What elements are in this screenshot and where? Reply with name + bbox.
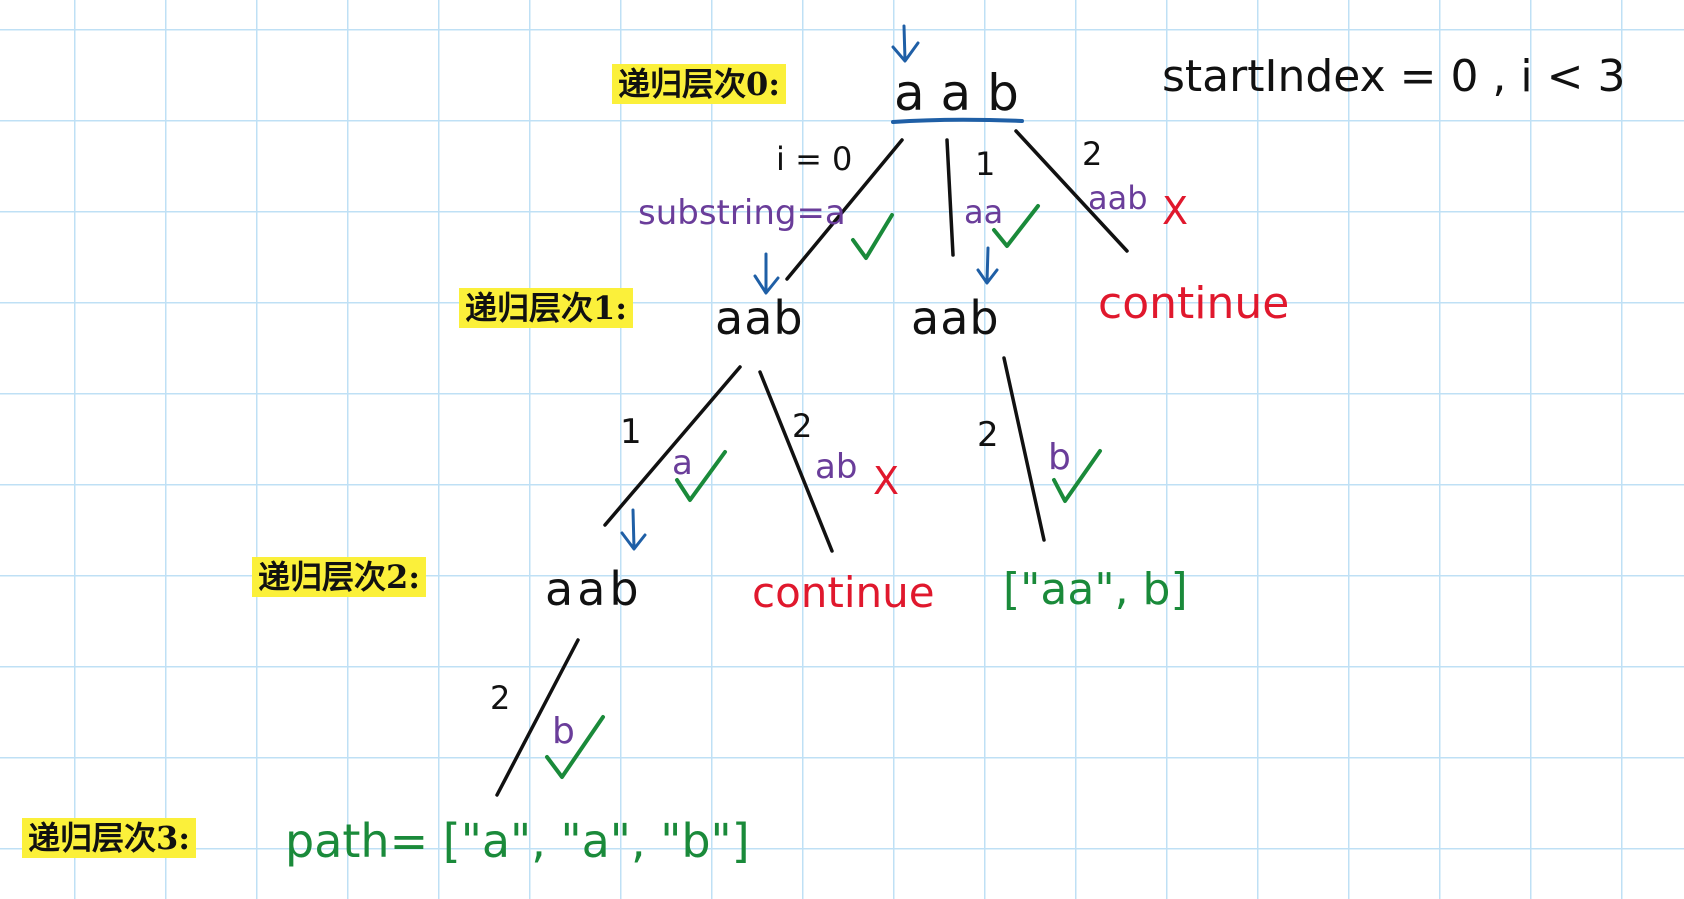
edge-index-root-right: 2 [1082,135,1103,173]
edge-substring-root-mid: aa [964,193,1004,231]
down-arrow-icon [891,24,920,63]
node-level1-left: aab [715,291,804,345]
final-path: path= ["a", "a", "b"] [285,814,750,868]
edge-substring-root-left: substring=a [638,193,846,233]
edge-substring-l2: b [552,711,575,752]
edge-index-l1b: 2 [977,415,999,455]
invalid-cross-ab: X [873,459,900,503]
edge-index-l1a-right: 2 [792,407,813,445]
edge-index-l1a-left: 1 [620,412,642,452]
edge-index-root-left: i = 0 [776,140,853,178]
level-label-0: 递归层次0: [612,64,787,104]
start-index-note: startIndex = 0 , i < 3 [1162,51,1626,102]
check-icon [851,213,894,260]
edge-index-root-mid: 1 [975,145,996,183]
level-label-2: 递归层次2: [252,557,427,597]
continue-label-1: continue [1098,278,1290,329]
node-root: a a b [894,64,1019,122]
edge-substring-l1b: b [1048,437,1071,478]
level-label-1: 递归层次1: [459,288,634,328]
level-label-3: 递归层次3: [22,818,197,858]
branch-l1b [1002,356,1046,542]
invalid-cross-aab: X [1162,189,1189,233]
continue-label-2: continue [752,568,935,617]
edge-substring-root-right: aab [1088,179,1148,217]
notebook-canvas: 递归层次0: 递归层次1: 递归层次2: 递归层次3: a a b aab aa… [0,0,1684,899]
result-list: ["aa", b] [1003,564,1188,615]
node-level2-left: aab [545,562,643,616]
edge-substring-l1a-right: ab [815,447,858,487]
branch-root-mid [945,138,955,257]
edge-index-l2: 2 [490,679,511,717]
down-arrow-icon [620,508,647,551]
down-arrow-icon [753,252,780,295]
node-level1-right: aab [911,291,1000,345]
down-arrow-icon [976,246,999,285]
edge-substring-l1a-left: a [672,443,693,483]
